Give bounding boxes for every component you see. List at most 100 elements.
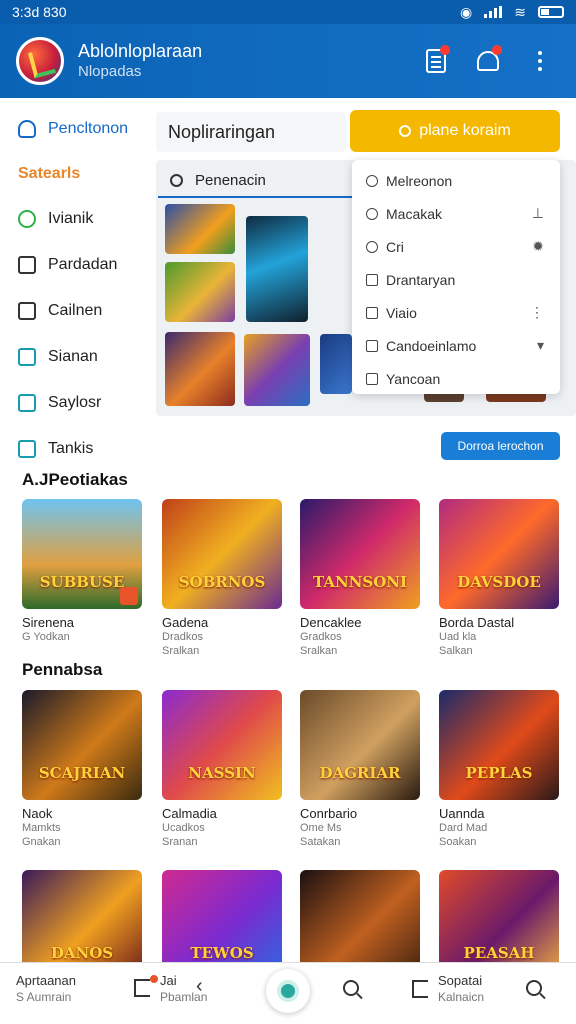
game-name: Calmadia [162, 806, 217, 821]
panel-title: Nopliraringan [156, 112, 346, 152]
sidebar-item-label: Sianan [48, 348, 98, 365]
primary-search-button[interactable]: plane koraim [350, 110, 560, 152]
list-icon [18, 302, 36, 320]
game-art-title: TANNSONI [312, 573, 408, 591]
game-meta: Dradkos [162, 631, 203, 643]
game-art-title: DANOS [50, 944, 114, 962]
menu-item[interactable]: Yancoan [352, 362, 560, 395]
game-meta: Sralkan [300, 645, 338, 657]
game-meta: Uad kla [439, 631, 477, 643]
game-card[interactable]: SUBBUSE Sirenena G Yodkan [22, 499, 142, 644]
gallery-thumb[interactable] [244, 334, 310, 406]
menu-item[interactable]: Drantaryan [352, 263, 560, 296]
sidebar-item-2[interactable]: Pardadan [0, 242, 150, 288]
section-title: Pennabsa [22, 660, 103, 679]
game-meta: Sranan [162, 836, 198, 848]
search-icon[interactable] [526, 980, 542, 996]
game-card[interactable]: TANNSONI Dencaklee Gradkos Sralkan [300, 499, 420, 658]
menu-item-label: Melreonon [386, 172, 453, 189]
more-vertical-icon[interactable]: ⋮ [530, 304, 544, 321]
status-icons: ◉ ≋ [460, 4, 564, 21]
game-meta: Dard Mad [439, 822, 488, 834]
game-meta: Ome Ms [300, 822, 342, 834]
game-thumbnail: DAVSDOE [439, 499, 559, 609]
game-meta: Salkan [439, 645, 473, 657]
game-art-title: DAGRIAR [319, 764, 401, 782]
person-icon [366, 174, 378, 187]
search-icon[interactable] [343, 980, 359, 996]
menu-item[interactable]: Viaio ⋮ [352, 296, 560, 329]
gallery-thumb[interactable] [165, 262, 235, 322]
menu-item[interactable]: Melreonon [352, 164, 560, 197]
sidebar-item-profile[interactable]: Pencltonon [0, 106, 150, 152]
search-icon [366, 207, 378, 220]
game-art-title: NASSIN [188, 764, 256, 782]
game-card[interactable]: NASSIN Calmadia Ucadkos Sranan [162, 690, 282, 849]
menu-item-label: Viaio [386, 304, 417, 321]
menu-item[interactable]: Candoeinlamo ▾ [352, 329, 560, 362]
status-bar: 3:3d 830 ◉ ≋ [0, 0, 576, 24]
sidebar-item-1[interactable]: Ivianik [0, 196, 150, 242]
game-thumbnail: PEPLAS [439, 690, 559, 800]
checkbox-icon[interactable] [366, 339, 378, 352]
chevron-down-icon[interactable]: ▾ [537, 337, 544, 354]
game-meta: Gnakan [22, 836, 61, 848]
menu-item-label: Drantaryan [386, 271, 456, 288]
game-card[interactable]: PEPLAS Uannda Dard Mad Soakan [439, 690, 559, 849]
flag-icon[interactable] [134, 979, 150, 997]
sidebar-item-label: Pardadan [48, 256, 118, 273]
nav-label: Sopatai [438, 973, 483, 988]
search-icon [399, 125, 412, 137]
search-input[interactable]: Penenacin [158, 164, 354, 198]
documents-button[interactable] [416, 41, 456, 81]
folder-icon [18, 348, 36, 366]
game-art-title: TEWOS [190, 944, 254, 962]
menu-item[interactable]: Macakak ⊥ [352, 197, 560, 230]
notifications-button[interactable] [468, 41, 508, 81]
primary-button-label: plane koraim [419, 122, 511, 139]
game-thumbnail: SCAJRIAN [22, 690, 142, 800]
game-name: Borda Dastal [439, 615, 515, 630]
game-card[interactable]: SCAJRIAN Naok Mamkts Gnakan [22, 690, 142, 849]
game-name: Gadena [162, 615, 209, 630]
game-art-title: SOBRNOS [178, 573, 266, 591]
gallery-thumb[interactable] [246, 216, 308, 322]
settings-icon: ✹ [532, 238, 544, 254]
game-card[interactable]: DAVSDOE Borda Dastal Uad kla Salkan [439, 499, 559, 658]
bookmark-icon[interactable] [412, 980, 428, 998]
game-meta: Soakan [439, 836, 477, 848]
menu-item[interactable]: Cri ✹ [352, 230, 560, 263]
nav-label: Aprtaanan [16, 973, 76, 988]
sidebar-item-label: Pencltonon [48, 120, 129, 137]
game-name: Sirenena [22, 615, 75, 630]
game-art-title: SCAJRIAN [38, 764, 126, 782]
sidebar-item-5[interactable]: Saylosr [0, 380, 150, 426]
image-icon [366, 306, 378, 319]
sidebar-item-label: Ivianik [48, 210, 94, 227]
notification-dot [440, 45, 450, 55]
game-card[interactable]: SOBRNOS Gadena Dradkos Sralkan [162, 499, 282, 658]
gallery-thumb[interactable] [165, 204, 235, 254]
game-meta: G Yodkan [22, 631, 70, 643]
game-meta: Mamkts [22, 822, 61, 834]
more-menu-button[interactable] [520, 41, 560, 81]
sidebar-item-6[interactable]: Tankis [0, 426, 150, 472]
sidebar-item-3[interactable]: Cailnen [0, 288, 150, 334]
gallery-thumb[interactable] [320, 334, 352, 394]
game-thumbnail: DAGRIAR [300, 690, 420, 800]
app-logo[interactable] [16, 37, 64, 85]
sidebar-section-label: Satearls [18, 165, 81, 182]
game-card[interactable]: DAGRIAR Conrbario Ome Ms Satakan [300, 690, 420, 849]
bottom-navigation: Aprtaanan S Aumrain Jai Pbamlan ‹ Sopata… [0, 962, 576, 1024]
center-action-button[interactable] [266, 969, 310, 1013]
see-more-button[interactable]: Dorroa lerochon [441, 432, 560, 460]
sidebar-item-4[interactable]: Sianan [0, 334, 150, 380]
gallery-thumb[interactable] [165, 332, 235, 406]
chevron-left-icon[interactable]: ‹ [196, 975, 203, 998]
nav-sublabel: Kalnaicn [438, 990, 485, 1004]
nav-item-home[interactable]: Aprtaanan S Aumrain [16, 973, 76, 1005]
nav-item-settings[interactable]: Sopatai Kalnaicn [438, 973, 484, 1005]
sidebar-item-label: Cailnen [48, 302, 103, 319]
app-title: Ablolnloplaraan [78, 41, 203, 61]
section-title: A.JPeotiakas [22, 470, 128, 489]
